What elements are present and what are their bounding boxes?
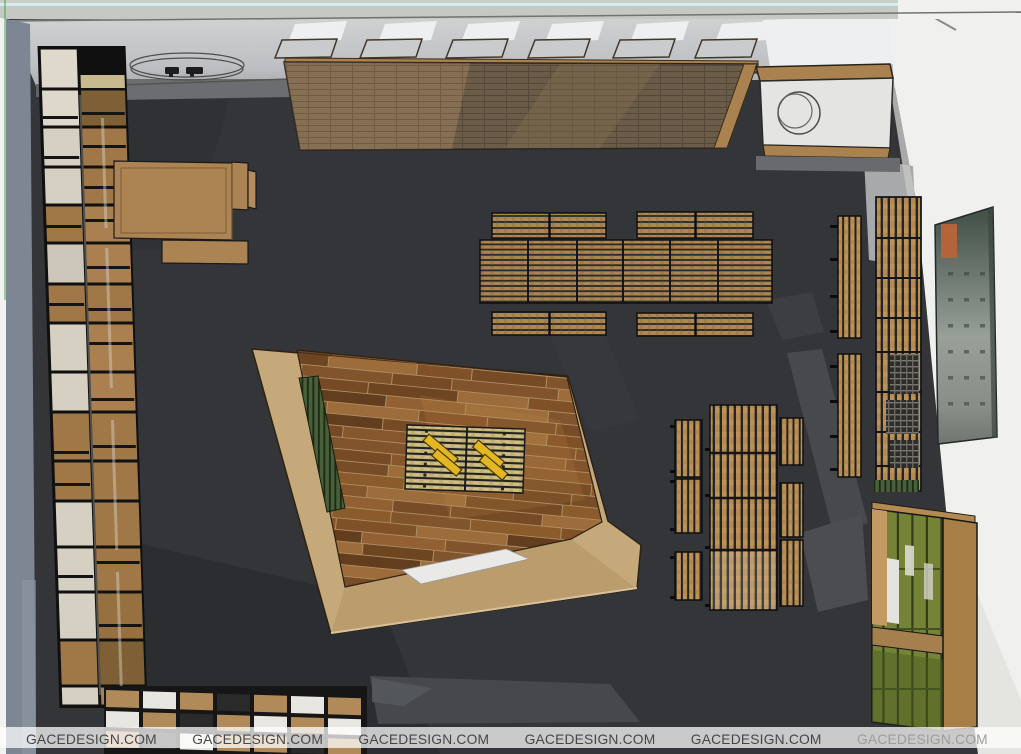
svg-text:GACEDESIGN.COM: GACEDESIGN.COM <box>358 732 489 747</box>
svg-text:GACEDESIGN.COM: GACEDESIGN.COM <box>26 732 157 747</box>
svg-text:GACEDESIGN.COM: GACEDESIGN.COM <box>691 732 822 747</box>
svg-text:GACEDESIGN.COM: GACEDESIGN.COM <box>857 732 988 747</box>
svg-text:GACEDESIGN.COM: GACEDESIGN.COM <box>525 732 656 747</box>
svg-text:GACEDESIGN.COM: GACEDESIGN.COM <box>192 732 323 747</box>
